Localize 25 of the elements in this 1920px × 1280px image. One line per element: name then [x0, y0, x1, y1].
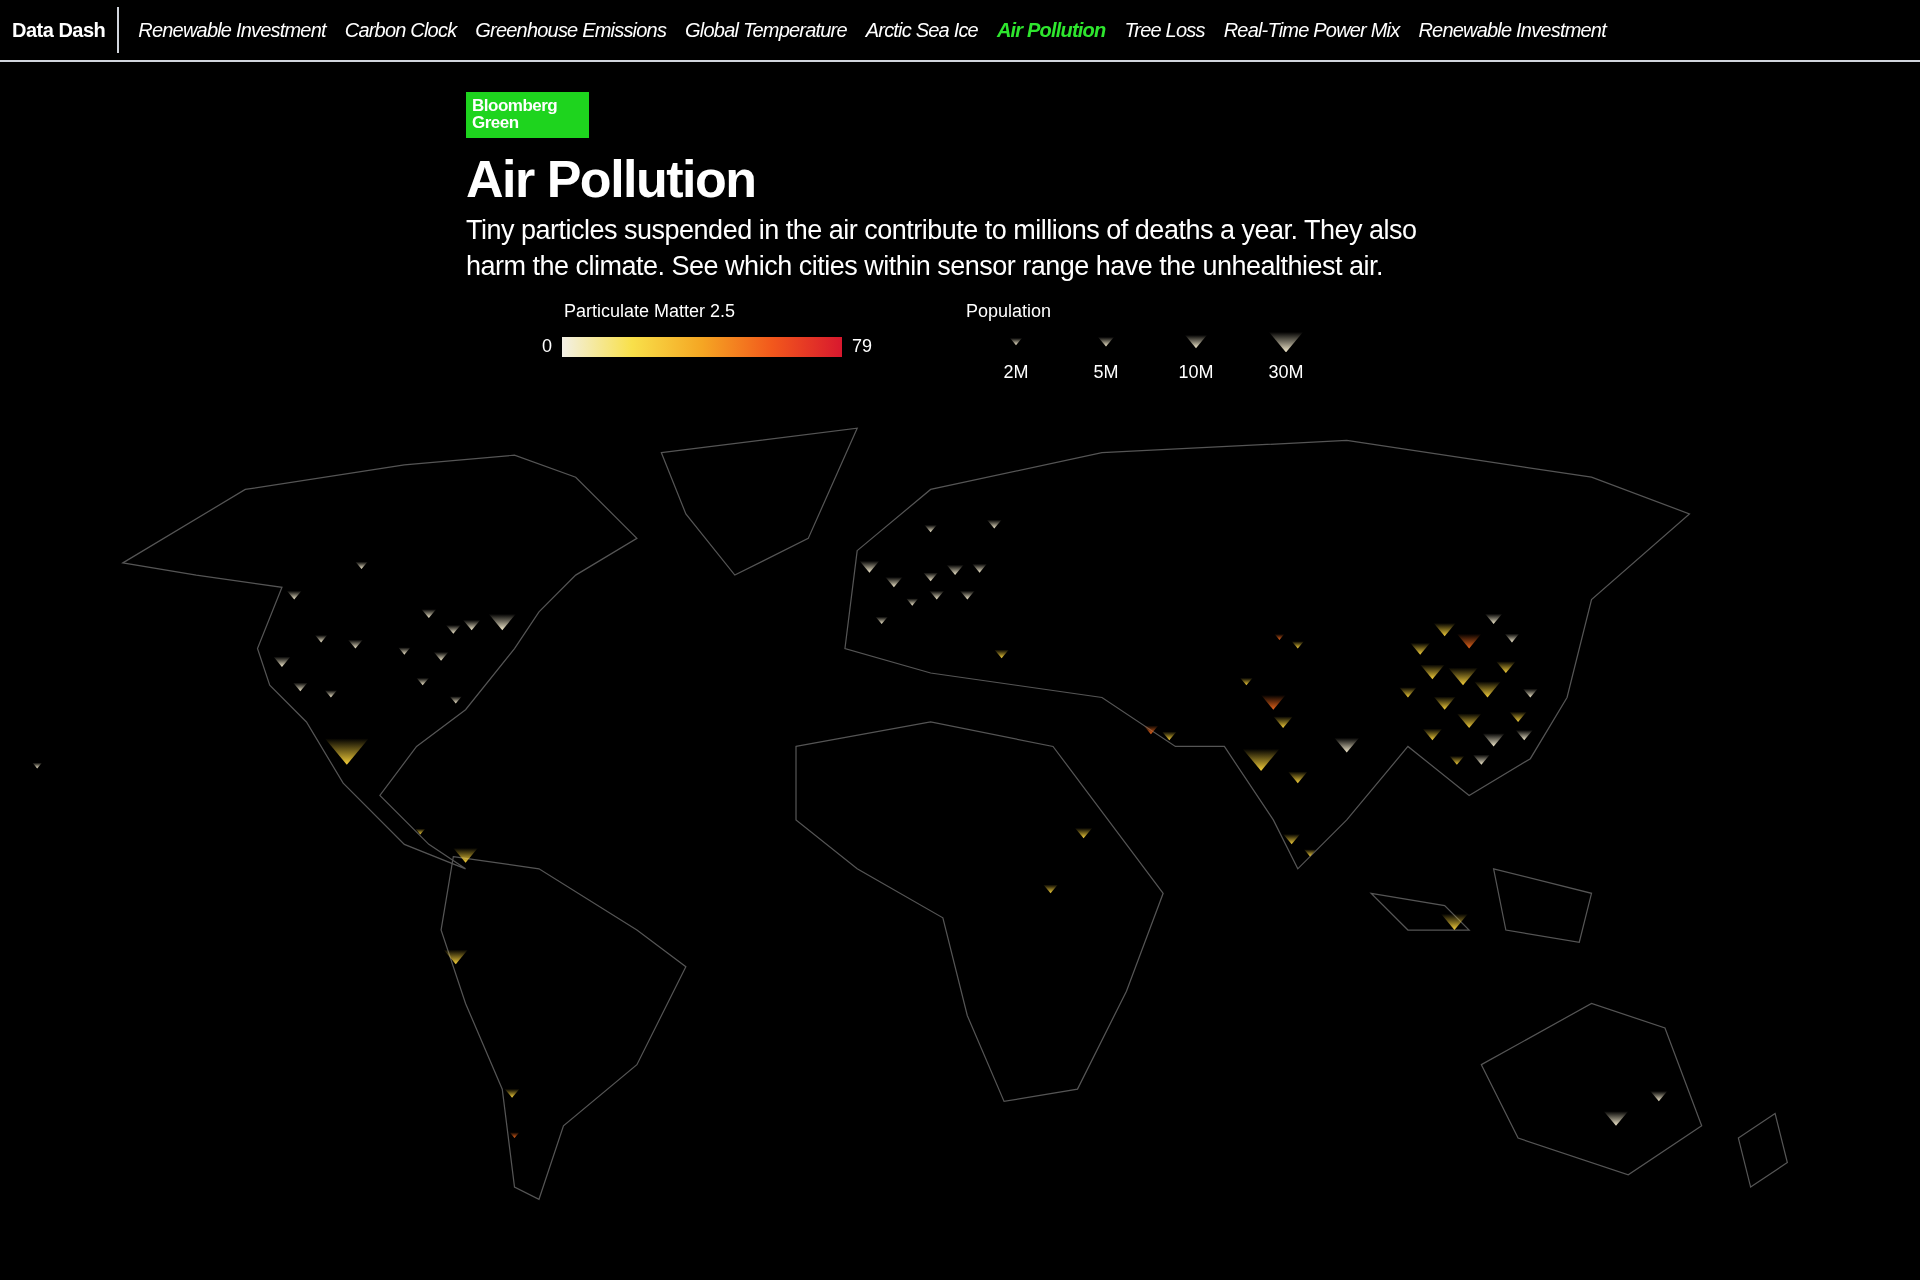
nav-link[interactable]: Tree Loss — [1124, 15, 1205, 45]
scale-max-label: 79 — [852, 335, 873, 358]
legend-title: Particulate Matter 2.5 — [563, 300, 737, 323]
legend-title: Population — [966, 300, 1053, 323]
nav-link[interactable]: Global Temperature — [685, 15, 847, 45]
triangle-marker-icon — [1010, 338, 1022, 346]
page-description: Tiny particles suspended in the air contribute to millions of deaths a year. They also harm the climate. See which cities within sensor range have the unhealthiest air. — [466, 214, 1418, 283]
nav-link[interactable]: Renewable Investment — [1418, 15, 1606, 45]
nav-link[interactable]: Greenhouse Emissions — [475, 15, 667, 45]
population-size-label: 10M — [1178, 361, 1214, 384]
population-size-label: 5M — [1093, 361, 1119, 384]
triangle-marker-icon — [1098, 337, 1114, 347]
triangle-marker-icon — [1269, 331, 1303, 353]
site-brand[interactable]: Data Dash — [0, 7, 120, 53]
page-title: Air Pollution — [466, 149, 757, 210]
nav-link[interactable]: Real-Time Power Mix — [1223, 15, 1400, 45]
triangle-marker-icon — [1185, 335, 1207, 349]
scale-min-label: 0 — [542, 335, 552, 358]
population-size-label: 2M — [1003, 361, 1029, 384]
nav-link[interactable]: Renewable Investment — [138, 15, 326, 45]
brand-logo: Bloomberg Green — [466, 92, 589, 138]
nav-link[interactable]: Air Pollution — [996, 15, 1106, 45]
nav-link[interactable]: Arctic Sea Ice — [865, 15, 978, 45]
nav-link[interactable]: Carbon Clock — [344, 15, 457, 45]
population-size-label: 30M — [1268, 361, 1304, 384]
